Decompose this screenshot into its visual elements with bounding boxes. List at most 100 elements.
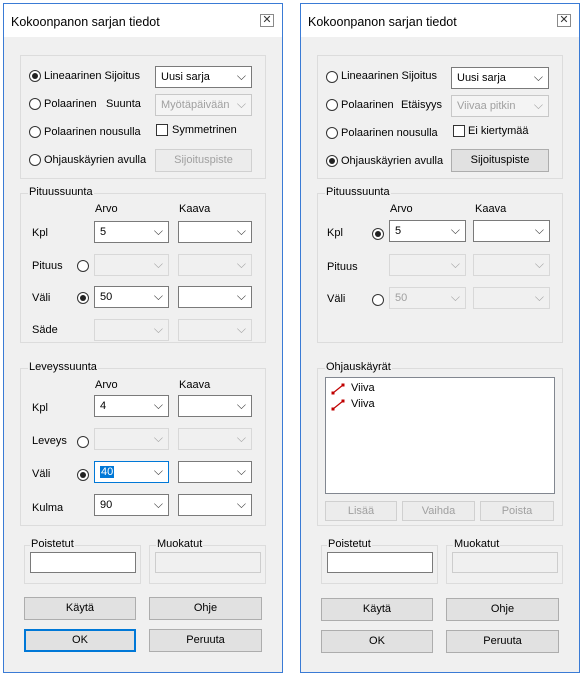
no-rotation-checkbox[interactable] — [453, 125, 465, 137]
modified-legend: Muokatut — [156, 538, 204, 551]
radio-polar-label: Polaarinen — [44, 98, 97, 110]
width-spacing-value[interactable]: 40 — [100, 466, 115, 478]
length-count-formula-combo[interactable]: ⌵ — [473, 220, 550, 242]
length-value-combo[interactable]: ⌵ — [94, 254, 169, 276]
symmetric-checkbox[interactable] — [156, 124, 168, 136]
width-count-combo[interactable]: 4 ⌵ — [94, 395, 169, 417]
width-count-formula-combo[interactable]: ⌵ — [178, 395, 252, 417]
length-spacing-combo[interactable]: 50 ⌵ — [94, 286, 169, 308]
close-icon[interactable]: ✕ — [260, 14, 274, 27]
radio-linear[interactable] — [326, 71, 338, 83]
cancel-button[interactable]: Peruuta — [149, 629, 262, 652]
dialog-title: Kokoonpanon sarjan tiedot — [11, 15, 160, 29]
close-icon[interactable]: ✕ — [557, 14, 571, 27]
apply-button[interactable]: Käytä — [321, 598, 433, 621]
radio-spacing[interactable] — [372, 294, 384, 306]
length-spacing-formula-combo[interactable]: ⌵ — [178, 286, 252, 308]
width-formula-combo[interactable]: ⌵ — [178, 428, 252, 450]
chevron-down-icon: ⌵ — [153, 322, 163, 336]
chevron-down-icon: ⌵ — [236, 97, 246, 111]
removed-input[interactable] — [30, 552, 136, 573]
direction-combo[interactable]: Myötäpäivään ⌵ — [155, 94, 252, 116]
spacing-label: Väli — [32, 468, 51, 480]
title-bar: Kokoonpanon sarjan tiedot ✕ — [301, 4, 579, 37]
radio-polar-up[interactable] — [29, 126, 41, 138]
chevron-down-icon: ⌵ — [236, 224, 246, 238]
removed-input[interactable] — [327, 552, 433, 573]
radio-length-spacing[interactable] — [77, 292, 89, 304]
length-value-combo[interactable]: ⌵ — [389, 254, 466, 276]
help-button[interactable]: Ohje — [446, 598, 559, 621]
radio-polar[interactable] — [29, 98, 41, 110]
radio-linear-label: Lineaarinen Sijoitus — [44, 70, 141, 82]
length-count-formula-combo[interactable]: ⌵ — [178, 221, 252, 243]
chevron-down-icon: ⌵ — [236, 257, 246, 271]
length-count-combo[interactable]: 5 ⌵ — [389, 220, 466, 242]
length-label: Pituus — [32, 260, 63, 272]
array-type-combo[interactable]: Uusi sarja ⌵ — [155, 66, 252, 88]
width-spacing-combo[interactable]: 40 ⌵ — [94, 461, 169, 483]
chevron-down-icon: ⌵ — [236, 289, 246, 303]
length-formula-combo[interactable]: ⌵ — [178, 254, 252, 276]
angle-label: Kulma — [32, 502, 64, 514]
array-type-combo[interactable]: Uusi sarja ⌵ — [451, 67, 549, 89]
radio-polar-up-label: Polaarinen nousulla — [341, 127, 438, 139]
add-button[interactable]: Lisää — [325, 501, 397, 521]
placement-point-button[interactable]: Sijoituspiste — [155, 149, 252, 172]
removed-legend: Poistetut — [30, 538, 75, 551]
change-button[interactable]: Vaihda — [402, 501, 475, 521]
radio-linear[interactable] — [29, 70, 41, 82]
ok-button[interactable]: OK — [24, 629, 136, 652]
ok-button[interactable]: OK — [321, 630, 433, 653]
modified-input[interactable] — [155, 552, 261, 573]
width-spacing-formula-combo[interactable]: ⌵ — [178, 461, 252, 483]
count-label: Kpl — [327, 227, 343, 239]
value-column-header: Arvo — [95, 379, 118, 391]
modified-input[interactable] — [452, 552, 558, 573]
radius-label: Säde — [32, 324, 58, 336]
length-count-combo[interactable]: 5 ⌵ — [94, 221, 169, 243]
delete-button[interactable]: Poista — [480, 501, 554, 521]
chevron-down-icon: ⌵ — [236, 398, 246, 412]
value-column-header: Arvo — [95, 203, 118, 215]
chevron-down-icon: ⌵ — [236, 431, 246, 445]
guide-curves-list[interactable]: Viiva Viiva — [325, 377, 555, 494]
chevron-down-icon: ⌵ — [450, 223, 460, 237]
radio-width[interactable] — [77, 436, 89, 448]
list-item[interactable]: Viiva — [331, 398, 531, 412]
apply-button[interactable]: Käytä — [24, 597, 136, 620]
chevron-down-icon: ⌵ — [153, 497, 163, 511]
radius-formula-combo[interactable]: ⌵ — [178, 319, 252, 341]
modified-legend: Muokatut — [453, 538, 501, 551]
length-spacing-combo[interactable]: 50 ⌵ — [389, 287, 466, 309]
length-spacing-formula-combo[interactable]: ⌵ — [473, 287, 550, 309]
placement-point-button[interactable]: Sijoituspiste — [451, 149, 549, 172]
radio-width-spacing[interactable] — [77, 469, 89, 481]
distance-combo[interactable]: Viivaa pitkin ⌵ — [451, 95, 549, 117]
formula-column-header: Kaava — [475, 203, 507, 215]
line-curve-icon — [331, 383, 345, 398]
cancel-button[interactable]: Peruuta — [446, 630, 559, 653]
radio-count[interactable] — [372, 228, 384, 240]
array-properties-dialog-left: Kokoonpanon sarjan tiedot ✕ Lineaarinen … — [3, 3, 283, 673]
dialog-title: Kokoonpanon sarjan tiedot — [308, 15, 457, 29]
radio-guide[interactable] — [29, 154, 41, 166]
radio-polar-up[interactable] — [326, 127, 338, 139]
radio-polar[interactable] — [326, 99, 338, 111]
chevron-down-icon: ⌵ — [236, 69, 246, 83]
angle-combo[interactable]: 90 ⌵ — [94, 494, 169, 516]
width-value-combo[interactable]: ⌵ — [94, 428, 169, 450]
help-button[interactable]: Ohje — [149, 597, 262, 620]
radius-value-combo[interactable]: ⌵ — [94, 319, 169, 341]
length-formula-combo[interactable]: ⌵ — [473, 254, 550, 276]
radio-length[interactable] — [77, 260, 89, 272]
length-label: Pituus — [327, 261, 358, 273]
angle-formula-combo[interactable]: ⌵ — [178, 494, 252, 516]
formula-column-header: Kaava — [179, 203, 211, 215]
spacing-label: Väli — [32, 292, 51, 304]
radio-guide[interactable] — [326, 155, 338, 167]
chevron-down-icon: ⌵ — [153, 257, 163, 271]
chevron-down-icon: ⌵ — [153, 224, 163, 238]
chevron-down-icon: ⌵ — [153, 431, 163, 445]
list-item[interactable]: Viiva — [331, 382, 531, 396]
